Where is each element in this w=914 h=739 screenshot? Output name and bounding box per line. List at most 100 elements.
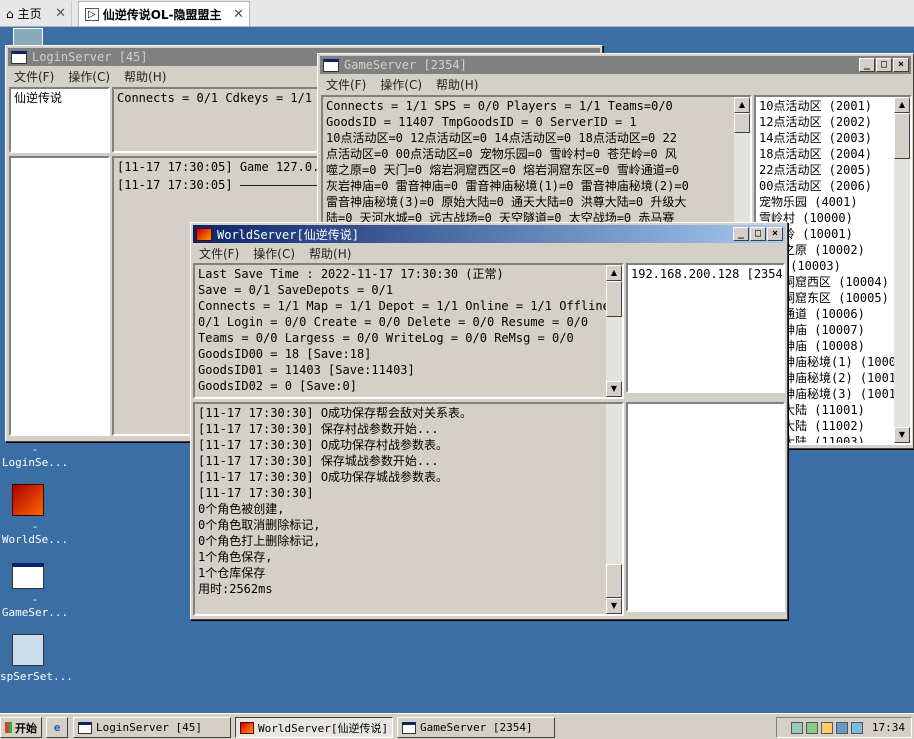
home-icon: ⌂: [6, 6, 14, 21]
menu-operate[interactable]: 操作(C): [253, 245, 295, 263]
desktop-icon-worldserver[interactable]: -WorldSe...: [0, 484, 70, 546]
ip-list[interactable]: 192.168.200.128 [2354]: [626, 263, 785, 393]
region-list-scrollbar[interactable]: ▲ ▼: [894, 97, 910, 443]
world-title-bar[interactable]: WorldServer[仙逆传说] _ □ ×: [193, 225, 785, 243]
tray-app-icon[interactable]: [820, 721, 833, 734]
scroll-thumb[interactable]: [734, 113, 750, 133]
tray-app-icon[interactable]: [850, 721, 863, 734]
stat-line: Teams = 0/0 Largess = 0/0 WriteLog = 0/0…: [198, 331, 574, 345]
window-icon: [11, 50, 27, 64]
menu-operate[interactable]: 操作(C): [68, 68, 110, 86]
scroll-down-button[interactable]: ▼: [894, 427, 910, 443]
window-icon: [402, 721, 416, 734]
close-button[interactable]: ×: [767, 227, 783, 241]
region-list-item[interactable]: 14点活动区 (2003): [759, 130, 892, 146]
region-list-item[interactable]: 18点活动区 (2004): [759, 146, 892, 162]
tab-home-label: 主页: [17, 7, 42, 21]
login-left-list[interactable]: [9, 156, 110, 436]
server-name-item[interactable]: 仙逆传说: [11, 89, 108, 107]
close-icon[interactable]: ✕: [233, 7, 244, 22]
window-title: LoginServer [45]: [32, 50, 148, 64]
start-button[interactable]: 开始: [0, 717, 42, 738]
world-stats-scrollbar[interactable]: ▲ ▼: [606, 265, 622, 397]
stat-line: 0/1 Login = 0/0 Create = 0/0 Delete = 0/…: [198, 315, 589, 329]
log-line: 用时:2562ms: [198, 582, 273, 596]
menu-help[interactable]: 帮助(H): [124, 68, 166, 86]
stat-line: Save = 0/1 SaveDepots = 0/1: [198, 283, 394, 297]
menu-operate[interactable]: 操作(C): [380, 76, 422, 94]
window-icon: [323, 58, 339, 72]
scroll-down-button[interactable]: ▼: [606, 381, 622, 397]
tray-app-icon[interactable]: [835, 721, 848, 734]
close-icon[interactable]: ✕: [55, 6, 66, 21]
menu-file[interactable]: 文件(F): [14, 68, 54, 86]
window-title: GameServer [2354]: [344, 58, 467, 72]
minimize-button[interactable]: _: [859, 58, 875, 72]
scroll-up-button[interactable]: ▲: [894, 97, 910, 113]
window-icon: [78, 721, 92, 734]
stat-line: 10点活动区=0 12点活动区=0 14点活动区=0 18点活动区=0 22: [326, 131, 677, 145]
close-button[interactable]: ×: [893, 58, 909, 72]
log-line: [11-17 17:30:30] O成功保存城战参数表。: [198, 470, 449, 484]
quicklaunch-ie[interactable]: e: [46, 717, 68, 738]
desktop-icon-spserset[interactable]: spSerSet...: [0, 634, 73, 683]
log-line: [11-17 17:30:30]: [198, 486, 314, 500]
login-menu-bar: 文件(F) 操作(C) 帮助(H): [10, 68, 166, 86]
game-title-bar[interactable]: GameServer [2354] _ □ ×: [320, 56, 911, 74]
taskbar-loginserver[interactable]: LoginServer [45]: [73, 717, 231, 738]
stat-line: 灰岩神庙=0 雷音神庙=0 雷音神庙秘境(1)=0 雷音神庙秘境(2)=0: [326, 179, 689, 193]
world-server-window[interactable]: WorldServer[仙逆传说] _ □ × 文件(F) 操作(C) 帮助(H) …: [190, 222, 788, 620]
log-line: 0个角色取消删除标记,: [198, 518, 321, 532]
maximize-button[interactable]: □: [876, 58, 892, 72]
server-name-list[interactable]: 仙逆传说: [9, 87, 110, 153]
menu-file[interactable]: 文件(F): [199, 245, 239, 263]
desktop-icon-loginserver[interactable]: -LoginSe...: [0, 443, 70, 469]
stat-line: Connects = 1/1 SPS = 0/0 Players = 1/1 T…: [326, 99, 673, 113]
menu-help[interactable]: 帮助(H): [309, 245, 351, 263]
tab-home[interactable]: ⌂ 主页 ✕: [0, 1, 72, 26]
menu-help[interactable]: 帮助(H): [436, 76, 478, 94]
world-log-scrollbar[interactable]: ▼: [606, 404, 622, 614]
maximize-button[interactable]: □: [750, 227, 766, 241]
scroll-down-button[interactable]: ▼: [606, 598, 622, 614]
app-icon: [196, 227, 212, 241]
log-line: 0个角色打上删除标记,: [198, 534, 321, 548]
region-list-item[interactable]: 12点活动区 (2002): [759, 114, 892, 130]
world-right-list[interactable]: [626, 402, 785, 612]
menu-file[interactable]: 文件(F): [326, 76, 366, 94]
stat-line: GoodsID01 = 11403 [Save:11403]: [198, 363, 415, 377]
system-tray: 17:34: [776, 717, 912, 738]
desktop-icon-gameserver[interactable]: -GameSer...: [0, 563, 70, 619]
tab-vm[interactable]: ▷ 仙逆传说OL-隐盟盟主 ✕: [78, 1, 250, 26]
scroll-thumb[interactable]: [894, 113, 910, 159]
scroll-thumb[interactable]: [606, 564, 622, 598]
taskbar-gameserver[interactable]: GameServer [2354]: [397, 717, 555, 738]
stat-line: 点活动区=0 00点活动区=0 宠物乐园=0 雪岭村=0 苍茫岭=0 风: [326, 147, 677, 161]
scroll-thumb[interactable]: [606, 281, 622, 317]
stat-line: 雷音神庙秘境(3)=0 原始大陆=0 通天大陆=0 洪尊大陆=0 升级大: [326, 195, 687, 209]
network-icon[interactable]: [790, 721, 803, 734]
windows-logo-icon: [5, 722, 12, 733]
world-log-panel: [11-17 17:30:30] O成功保存帮会敌对关系表。 [11-17 17…: [193, 402, 624, 616]
login-status-panel: Connects = 0/1 Cdkeys = 1/1 P: [112, 87, 322, 153]
start-label: 开始: [15, 721, 37, 735]
stat-line: Connects = 1/1 Map = 1/1 Depot = 1/1 Onl…: [198, 299, 624, 313]
desktop-icon-label: -WorldSe...: [1, 520, 69, 546]
scroll-up-button[interactable]: ▲: [606, 265, 622, 281]
browser-tab-bar: ⌂ 主页 ✕ ▷ 仙逆传说OL-隐盟盟主 ✕: [0, 0, 914, 27]
log-line: [11-17 17:30:30] 保存城战参数开始...: [198, 454, 439, 468]
region-list-item[interactable]: 宠物乐园 (4001): [759, 194, 892, 210]
world-stats-text: Last Save Time : 2022-11-17 17:30:30 (正常…: [195, 265, 622, 395]
desktop-icon-partial[interactable]: [8, 28, 48, 46]
taskbar-button-label: WorldServer[仙逆传说]: [258, 721, 389, 735]
region-list-item[interactable]: 00点活动区 (2006): [759, 178, 892, 194]
ip-item[interactable]: 192.168.200.128 [2354]: [628, 265, 783, 283]
minimize-button[interactable]: _: [733, 227, 749, 241]
region-list-item[interactable]: 10点活动区 (2001): [759, 98, 892, 114]
computer-icon: [12, 634, 44, 666]
taskbar-worldserver[interactable]: WorldServer[仙逆传说]: [235, 717, 393, 738]
scroll-up-button[interactable]: ▲: [734, 97, 750, 113]
tray-app-icon[interactable]: [805, 721, 818, 734]
region-list-item[interactable]: 22点活动区 (2005): [759, 162, 892, 178]
taskbar: 开始 e LoginServer [45] WorldServer[仙逆传说] …: [0, 713, 914, 739]
